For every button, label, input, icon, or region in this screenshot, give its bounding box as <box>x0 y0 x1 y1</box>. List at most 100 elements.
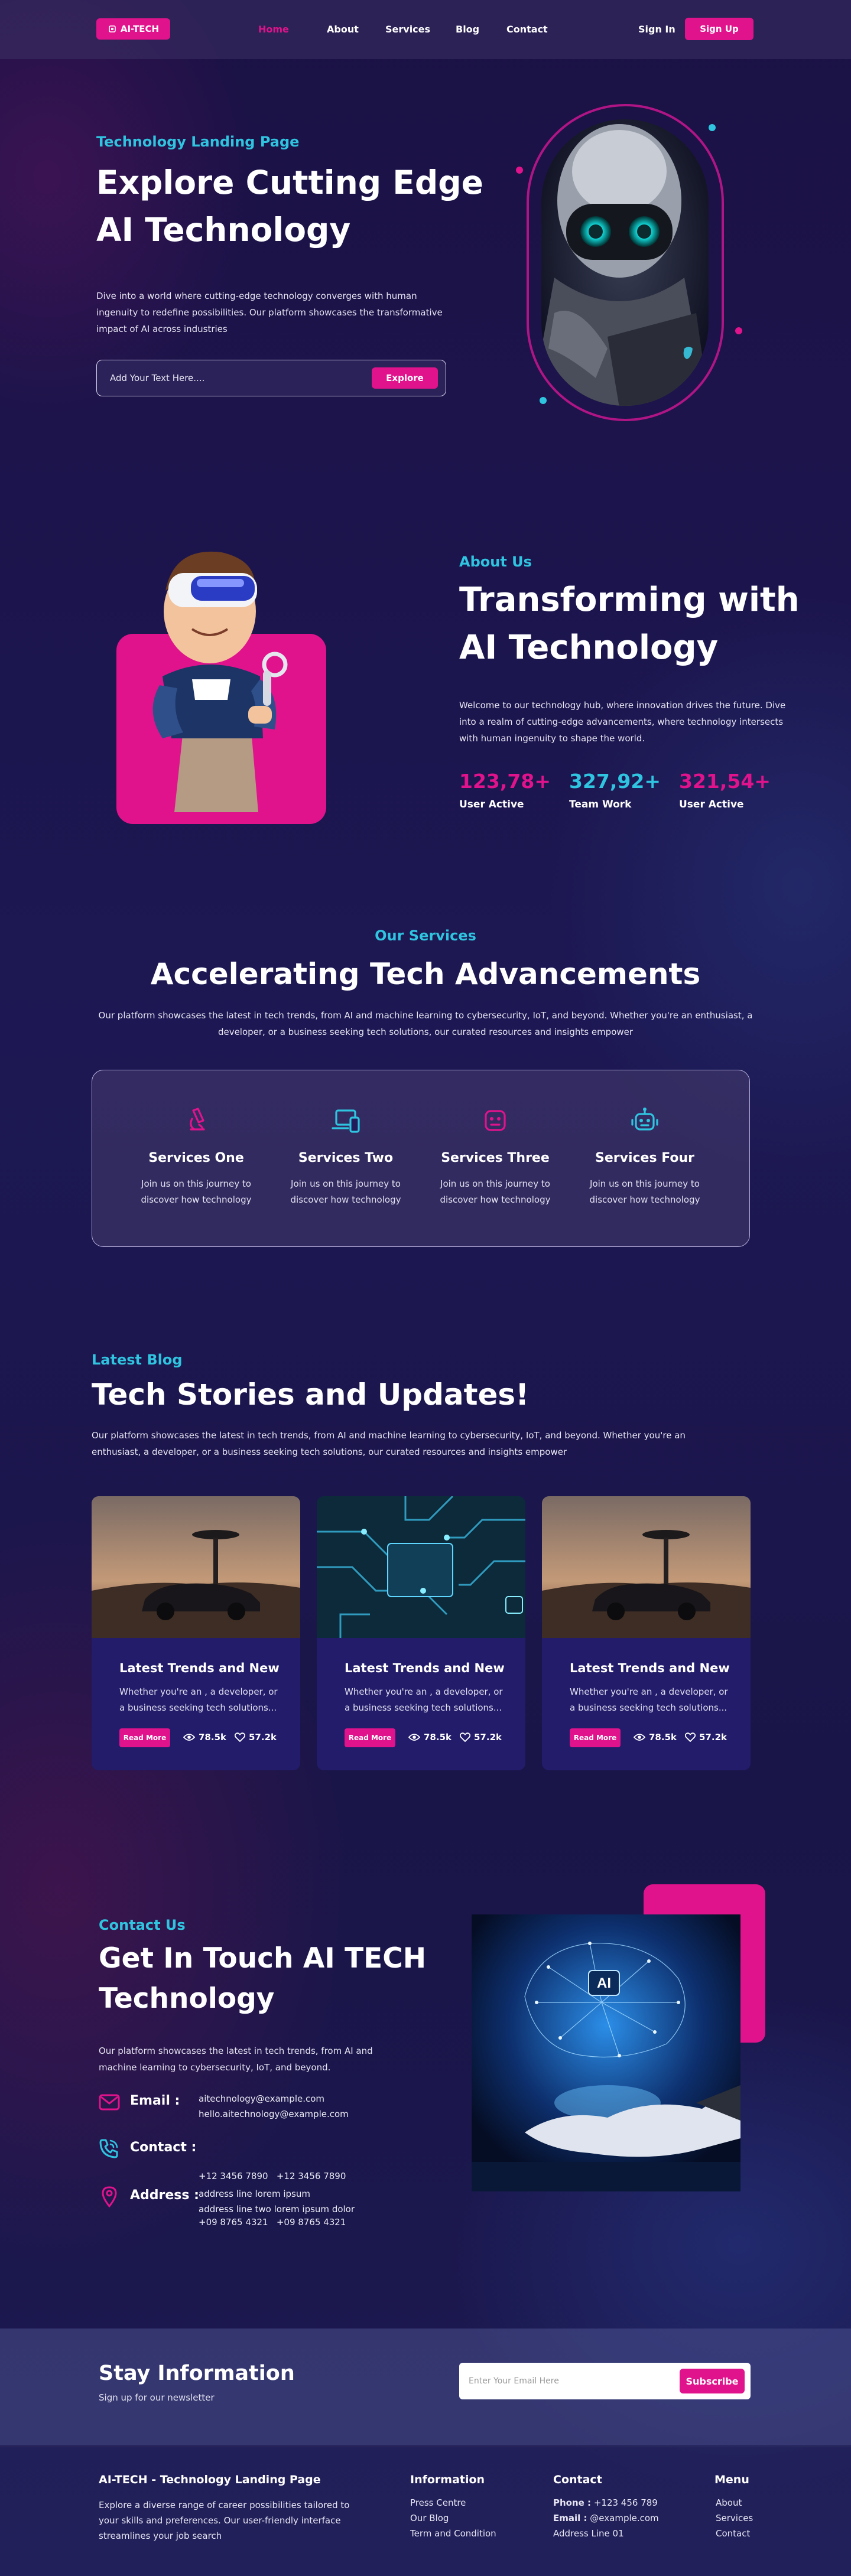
stat-value: 327,92+ <box>569 770 661 793</box>
newsletter-form: Subscribe <box>459 2363 751 2399</box>
services-description: Our platform showcases the latest in tec… <box>0 1007 851 1040</box>
newsletter-subtitle: Sign up for our newsletter <box>99 2392 215 2403</box>
newsletter-email-input[interactable] <box>469 2373 664 2389</box>
blog-card[interactable]: Latest Trends and New Whether you're an … <box>92 1496 300 1770</box>
nav-services[interactable]: Services <box>385 24 430 35</box>
footer-link-services[interactable]: Services <box>716 2510 753 2526</box>
blog-card[interactable]: Latest Trends and New Whether you're an … <box>317 1496 525 1770</box>
views: 78.5k <box>408 1732 452 1743</box>
stat-label: User Active <box>679 799 744 810</box>
views: 78.5k <box>183 1732 226 1743</box>
address-1: address line lorem ipsum <box>199 2189 310 2199</box>
devices-icon <box>332 1109 360 1133</box>
microscope-icon <box>190 1108 205 1131</box>
logo-text: AI-TECH <box>120 24 160 34</box>
nav-about[interactable]: About <box>327 24 359 35</box>
service-title: Services Two <box>298 1151 394 1165</box>
stat-label: Team Work <box>569 799 632 810</box>
hero-title-line1: Explore Cutting Edge <box>96 164 483 201</box>
email-1[interactable]: aitechnology@example.com <box>199 2091 349 2106</box>
hero-search-box: Explore <box>96 360 446 396</box>
newsletter-title: Stay Information <box>99 2362 295 2385</box>
hero-robot-image <box>516 104 742 421</box>
blog-eyebrow: Latest Blog <box>92 1351 183 1368</box>
hero-title-line2: AI Technology <box>96 210 351 249</box>
top-header: AI-TECH Home About Services Blog Contact… <box>0 0 851 59</box>
service-title: Services Four <box>595 1151 694 1165</box>
stat-user-active-2: 321,54+ User Active <box>679 770 771 810</box>
nav-home[interactable]: Home <box>258 24 289 35</box>
blog-title: Tech Stories and Updates! <box>92 1377 529 1412</box>
blog-card-desc: Whether you're an , a developer, or a bu… <box>570 1686 728 1713</box>
ai-brain-hand-image: AI <box>472 1884 765 2191</box>
email-values: aitechnology@example.com hello.aitechnol… <box>199 2091 349 2122</box>
footer-link-terms[interactable]: Term and Condition <box>410 2526 496 2541</box>
eye-icon <box>634 1734 645 1741</box>
service-card-one[interactable]: Services One Join us on this journey to … <box>128 1106 264 1208</box>
stat-value: 321,54+ <box>679 770 771 793</box>
footer-phone-label: Phone : <box>553 2497 592 2508</box>
service-card-four[interactable]: Services Four Join us on this journey to… <box>577 1106 713 1208</box>
blog-car-image <box>92 1496 300 1638</box>
email-label: Email : <box>130 2093 180 2108</box>
likes[interactable]: 57.2k <box>685 1732 727 1743</box>
footer-link-press[interactable]: Press Centre <box>410 2495 496 2510</box>
heart-icon <box>685 1732 696 1742</box>
blog-card-title: Latest Trends and New <box>570 1661 730 1675</box>
blog-card-title: Latest Trends and New <box>119 1661 280 1675</box>
views-count: 78.5k <box>424 1732 452 1743</box>
footer-brand: AI-TECH - Technology Landing Page <box>99 2473 321 2486</box>
logo[interactable]: AI-TECH <box>96 18 170 40</box>
footer-info-links: Press Centre Our Blog Term and Condition <box>410 2495 496 2541</box>
blog-desc-line1: Our platform showcases the latest in tec… <box>92 1430 686 1441</box>
services-desc-line1: Our platform showcases the latest in tec… <box>98 1010 753 1021</box>
blog-desc-line2: enthusiast, a developer, or a business s… <box>92 1447 567 1457</box>
footer-contact-info: Phone : +123 456 789 Email : @example.co… <box>553 2495 659 2541</box>
read-more-button[interactable]: Read More <box>570 1728 621 1747</box>
footer-address: Address Line 01 <box>553 2528 624 2539</box>
blog-card-meta: 78.5k 57.2k <box>634 1732 727 1743</box>
likes-count: 57.2k <box>474 1732 502 1743</box>
about-title-line2: AI Technology <box>459 628 719 667</box>
likes[interactable]: 57.2k <box>235 1732 277 1743</box>
phone-1[interactable]: +12 3456 7890 +12 3456 7890 <box>199 2168 346 2184</box>
service-card-two[interactable]: Services Two Join us on this journey to … <box>278 1106 414 1208</box>
nav-blog[interactable]: Blog <box>456 24 479 35</box>
read-more-button[interactable]: Read More <box>119 1728 170 1747</box>
contact-title-line1: Get In Touch AI TECH <box>99 1942 427 1975</box>
blog-car-image <box>542 1496 751 1638</box>
hero-eyebrow: Technology Landing Page <box>96 133 300 150</box>
mail-icon <box>99 2094 120 2111</box>
footer-email[interactable]: @example.com <box>590 2513 658 2523</box>
address-label: Address : <box>130 2188 199 2203</box>
hero-description: Dive into a world where cutting-edge tec… <box>96 291 443 334</box>
subscribe-button[interactable]: Subscribe <box>680 2369 745 2393</box>
sign-up-button[interactable]: Sign Up <box>685 18 753 40</box>
chip-logo-icon <box>109 25 116 32</box>
blog-card[interactable]: Latest Trends and New Whether you're an … <box>542 1496 751 1770</box>
service-card-three[interactable]: Services Three Join us on this journey t… <box>427 1106 563 1208</box>
sign-in-link[interactable]: Sign In <box>638 24 675 35</box>
footer-phone[interactable]: +123 456 789 <box>594 2497 658 2508</box>
services-panel: Services One Join us on this journey to … <box>92 1070 750 1247</box>
phone-icon <box>99 2139 118 2158</box>
read-more-button[interactable]: Read More <box>345 1728 395 1747</box>
likes[interactable]: 57.2k <box>460 1732 502 1743</box>
service-desc: Join us on this journey to discover how … <box>440 1178 551 1205</box>
footer-link-blog[interactable]: Our Blog <box>410 2510 496 2526</box>
footer-link-contact[interactable]: Contact <box>716 2526 753 2541</box>
hero-search-input[interactable] <box>110 370 346 386</box>
eye-icon <box>408 1734 420 1741</box>
nav-contact[interactable]: Contact <box>506 24 548 35</box>
service-desc: Join us on this journey to discover how … <box>589 1178 700 1205</box>
footer-link-about[interactable]: About <box>716 2495 753 2510</box>
likes-count: 57.2k <box>699 1732 727 1743</box>
stat-team-work: 327,92+ Team Work <box>569 770 661 810</box>
footer-email-label: Email : <box>553 2513 587 2523</box>
footer-contact-title: Contact <box>553 2473 602 2486</box>
explore-button[interactable]: Explore <box>372 367 438 389</box>
stat-value: 123,78+ <box>459 770 551 793</box>
ai-badge-text: AI <box>597 1975 611 1991</box>
about-description: Welcome to our technology hub, where inn… <box>459 700 786 744</box>
email-2[interactable]: hello.aitechnology@example.com <box>199 2106 349 2122</box>
